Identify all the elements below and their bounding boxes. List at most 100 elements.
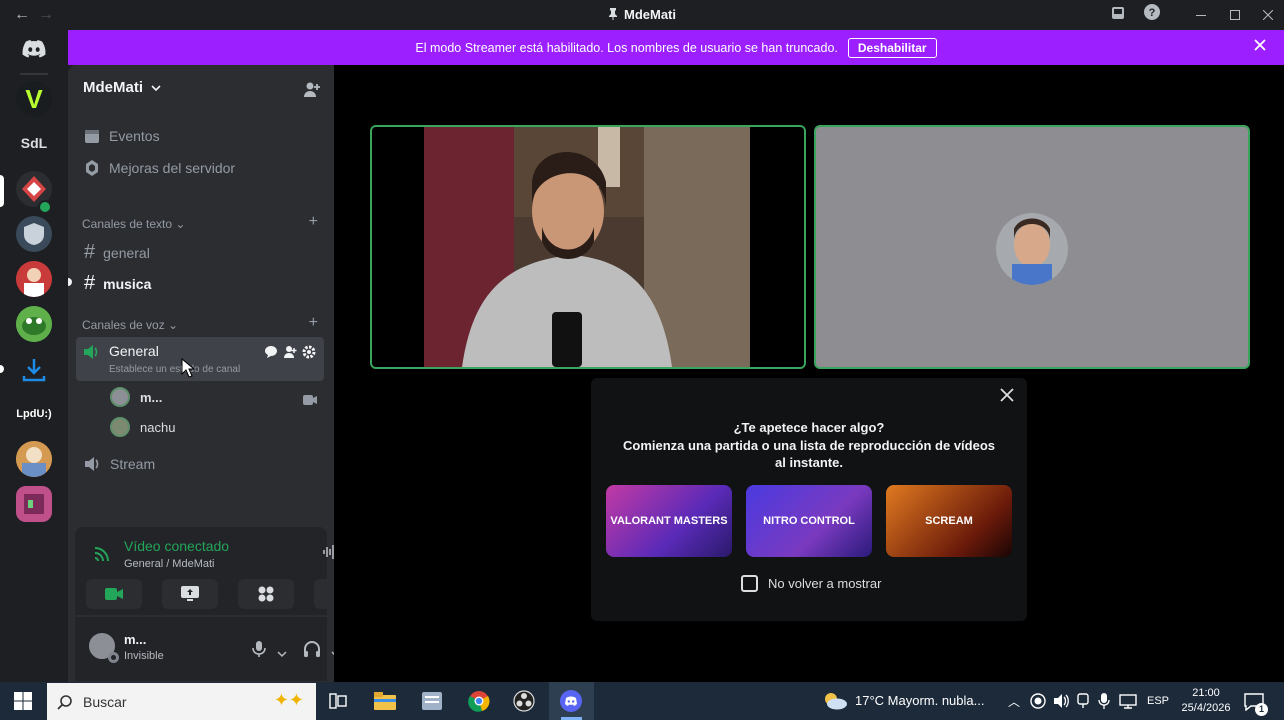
share-screen-button[interactable] (162, 579, 218, 609)
voice-member[interactable]: m... (110, 387, 162, 407)
clock-time: 21:00 (1192, 687, 1220, 699)
headphones-icon[interactable] (303, 640, 321, 663)
language-indicator[interactable]: ESP (1147, 695, 1169, 707)
close-popup-icon[interactable] (1000, 388, 1014, 407)
file-explorer-icon[interactable] (372, 688, 398, 714)
voice-channel-stream-label: Stream (110, 456, 156, 472)
tray-record-icon[interactable] (1030, 693, 1046, 712)
clock[interactable]: 21:00 25/4/2026 (1177, 686, 1235, 716)
channel-general[interactable]: # general (84, 241, 150, 264)
channel-general-label: general (103, 244, 150, 261)
microphone-icon[interactable] (252, 640, 266, 663)
invite-to-channel-icon[interactable] (283, 345, 297, 364)
clock-date: 25/4/2026 (1181, 702, 1231, 714)
add-voice-channel-icon[interactable]: + (309, 314, 318, 332)
events-item[interactable]: Eventos (84, 128, 160, 144)
dont-show-again-checkbox[interactable] (741, 575, 758, 592)
server-boosts-item[interactable]: Mejoras del servidor (84, 160, 235, 176)
video-tile-avatar[interactable] (814, 125, 1250, 369)
mic-options-chevron-icon[interactable] (277, 645, 287, 663)
dont-show-again-label: No volver a mostrar (768, 576, 882, 591)
app-icon-notepad[interactable] (419, 688, 445, 714)
weather-cloud-icon[interactable] (822, 688, 848, 714)
server-icon-lpdu[interactable]: LpdU:) (16, 396, 52, 432)
events-label: Eventos (109, 128, 160, 144)
voice-member[interactable]: nachu (110, 417, 175, 437)
channel-settings-icon[interactable] (302, 345, 316, 364)
minimize-icon[interactable] (1190, 4, 1212, 26)
windows-start-icon[interactable] (10, 688, 36, 714)
voice-channels-category[interactable]: Canales de voz ⌄ (82, 318, 178, 332)
invisible-status-icon (108, 652, 119, 663)
server-rail: V SdL LpdU:) (0, 30, 68, 682)
video-camera-icon (105, 588, 123, 600)
camera-button[interactable] (86, 579, 142, 609)
download-icon[interactable] (16, 352, 52, 388)
forward-arrow-icon[interactable]: → (38, 6, 54, 24)
activity-card-scream[interactable]: SCREAM (886, 485, 1012, 557)
speaker-icon (85, 457, 99, 471)
server-icon-4[interactable] (16, 216, 52, 252)
pin-icon (609, 8, 617, 20)
voice-channel-stream[interactable]: Stream (84, 456, 155, 472)
task-view-icon[interactable] (325, 688, 351, 714)
help-icon[interactable]: ? (1141, 4, 1163, 26)
server-name-header[interactable]: MdeMati (83, 79, 161, 96)
obs-icon[interactable] (511, 688, 537, 714)
server-icon-9[interactable] (16, 441, 52, 477)
close-banner-icon[interactable] (1254, 38, 1266, 56)
popup-subtitle: Comienza una partida o una lista de repr… (622, 438, 996, 470)
user-status[interactable]: Invisible (124, 650, 164, 662)
activities-rocket-icon (258, 586, 274, 602)
activity-card-valorant[interactable]: VALORANT MASTERS (606, 485, 732, 557)
window-title: MdeMati (0, 7, 1284, 22)
video-tile-camera[interactable] (370, 125, 806, 369)
channel-sidebar: MdeMati Eventos Mejoras del servidor Can… (68, 65, 375, 682)
network-icon[interactable] (1119, 693, 1137, 712)
unread-channel-indicator (68, 278, 72, 286)
mouse-cursor-icon (181, 358, 195, 378)
channel-musica[interactable]: # musica (84, 272, 151, 295)
text-channels-category[interactable]: Canales de texto ⌄ (82, 217, 185, 231)
server-icon-sdl[interactable]: SdL (16, 125, 52, 161)
activities-button[interactable] (238, 579, 294, 609)
discord-icon (560, 690, 582, 712)
notification-count-badge: 1 (1255, 703, 1268, 716)
user-name[interactable]: m... (124, 632, 146, 647)
voice-channel-general[interactable]: General Establece un estado de canal (76, 337, 324, 381)
inbox-icon[interactable] (1107, 4, 1129, 26)
tray-microphone-icon[interactable] (1098, 693, 1110, 712)
voice-connection-panel: Vídeo conectado General / MdeMati (75, 527, 374, 615)
server-icon-6[interactable] (16, 306, 52, 342)
weather-text[interactable]: 17°C Mayorm. nubla... (855, 693, 984, 708)
camera-on-icon (303, 392, 317, 410)
activity-card-nitro-control[interactable]: NITRO CONTROL (746, 485, 872, 557)
taskbar-search-box[interactable]: Buscar ✦✦ (47, 683, 316, 720)
disable-streamer-button[interactable]: Deshabilitar (847, 37, 937, 58)
back-arrow-icon[interactable]: ← (14, 6, 30, 24)
chrome-icon[interactable] (466, 688, 492, 714)
discord-home-icon[interactable] (16, 31, 52, 67)
voice-location[interactable]: General / MdeMati (124, 558, 214, 570)
add-text-channel-icon[interactable]: + (309, 213, 318, 231)
dont-show-again-checkbox-row[interactable]: No volver a mostrar (741, 575, 881, 592)
sparkle-icon: ✦✦ (273, 690, 304, 710)
show-hidden-icons-chevron-icon[interactable]: ︿ (1008, 693, 1020, 710)
server-icon-10[interactable] (16, 486, 52, 522)
discord-taskbar-active[interactable] (549, 682, 594, 720)
server-icon-v[interactable]: V (16, 81, 52, 117)
hashtag-icon: # (84, 241, 96, 263)
voice-status[interactable]: Vídeo conectado (124, 538, 229, 554)
volume-icon[interactable] (1053, 693, 1069, 712)
close-window-icon[interactable] (1257, 4, 1279, 26)
chat-icon[interactable] (264, 345, 278, 364)
invite-people-icon[interactable] (303, 80, 321, 103)
activity-name: NITRO CONTROL (763, 515, 855, 527)
server-icon-5[interactable] (16, 261, 52, 297)
avatar (110, 417, 130, 437)
tray-device-icon[interactable] (1076, 693, 1090, 712)
voice-channel-general-label: General (109, 343, 159, 359)
unread-indicator (0, 365, 4, 373)
maximize-icon[interactable] (1224, 4, 1246, 26)
channel-status-hint[interactable]: Establece un estado de canal (109, 364, 240, 375)
